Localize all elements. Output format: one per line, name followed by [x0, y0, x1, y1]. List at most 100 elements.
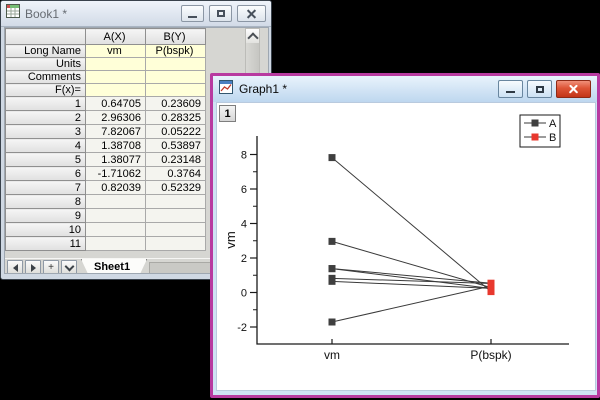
- table-row: 9: [5, 208, 206, 223]
- row-header[interactable]: Units: [5, 57, 86, 71]
- cell[interactable]: 7.82067: [85, 124, 146, 139]
- close-button[interactable]: [556, 80, 591, 98]
- table-row: 6 -1.71062 0.3764: [5, 166, 206, 181]
- column-header[interactable]: A(X): [85, 28, 146, 45]
- legend-marker-a: [531, 119, 539, 127]
- graph-icon: [219, 79, 233, 99]
- cell[interactable]: 0.23148: [145, 152, 206, 167]
- cell[interactable]: 1.38077: [85, 152, 146, 167]
- series-connector-line: [331, 285, 492, 323]
- workbook-titlebar[interactable]: Book1 *: [1, 1, 271, 27]
- y-tick-label: 4: [241, 219, 247, 231]
- scroll-up-button[interactable]: [246, 29, 259, 44]
- graph-title: Graph1 *: [239, 82, 288, 96]
- close-icon: [568, 84, 579, 95]
- table-row: 4 1.38708 0.53897: [5, 138, 206, 153]
- cell[interactable]: 0.23609: [145, 96, 206, 111]
- sheet-tab-label: Sheet1: [94, 261, 131, 273]
- cell[interactable]: 0.28325: [145, 110, 206, 125]
- tab-scroll-left-button[interactable]: [7, 259, 23, 273]
- sheet-tab[interactable]: Sheet1: [81, 259, 147, 274]
- cell[interactable]: P(bspk): [145, 44, 206, 58]
- cell[interactable]: 0.3764: [145, 166, 206, 181]
- table-row: 8: [5, 194, 206, 209]
- row-header[interactable]: 2: [5, 110, 86, 125]
- row-header[interactable]: 10: [5, 222, 86, 237]
- sheet-list-button[interactable]: [61, 259, 77, 273]
- tab-scroll-right-button[interactable]: [25, 259, 41, 273]
- row-header[interactable]: 7: [5, 180, 86, 195]
- marker-b: [487, 279, 495, 287]
- y-tick-label: 8: [241, 150, 247, 162]
- marker-a: [328, 265, 336, 273]
- column-header-row: A(X) B(Y): [5, 28, 206, 45]
- cell[interactable]: [85, 194, 146, 209]
- cell[interactable]: [85, 236, 146, 251]
- column-header[interactable]: B(Y): [145, 28, 206, 45]
- cell[interactable]: 0.52329: [145, 180, 206, 195]
- cell[interactable]: 0.82039: [85, 180, 146, 195]
- x-tick-label: P(bspk): [470, 348, 511, 362]
- cell[interactable]: [145, 70, 206, 84]
- row-header[interactable]: 9: [5, 208, 86, 223]
- add-sheet-button[interactable]: +: [43, 259, 59, 273]
- y-tick-label: 6: [241, 184, 247, 196]
- cell[interactable]: [145, 222, 206, 237]
- cell[interactable]: 0.64705: [85, 96, 146, 111]
- cell[interactable]: [145, 83, 206, 97]
- minimize-button[interactable]: [498, 80, 523, 98]
- table-row: 1 0.64705 0.23609: [5, 96, 206, 111]
- triangle-left-icon: [12, 263, 18, 272]
- plus-icon: +: [48, 261, 54, 273]
- maximize-button[interactable]: [209, 5, 232, 22]
- marker-a: [328, 318, 336, 326]
- row-header[interactable]: 3: [5, 124, 86, 139]
- row-header[interactable]: 11: [5, 236, 86, 251]
- cell[interactable]: [85, 208, 146, 223]
- cell[interactable]: 0.53897: [145, 138, 206, 153]
- cell[interactable]: -1.71062: [85, 166, 146, 181]
- y-tick-label: 2: [241, 253, 247, 265]
- header-row: Long Name vm P(bspk): [5, 44, 206, 58]
- cell[interactable]: [145, 194, 206, 209]
- row-header[interactable]: Long Name: [5, 44, 86, 58]
- cell[interactable]: 0.05222: [145, 124, 206, 139]
- graph-plot-svg: 8 6 4 2 0 -2 vm P(bspk) vm AB: [223, 114, 569, 362]
- table-row: 10: [5, 222, 206, 237]
- y-axis-title: vm: [223, 231, 238, 248]
- maximize-button[interactable]: [527, 80, 552, 98]
- graph-titlebar[interactable]: Graph1 *: [213, 76, 597, 102]
- cell[interactable]: [145, 208, 206, 223]
- table-row: 11: [5, 236, 206, 251]
- workbook-title: Book1 *: [25, 6, 68, 21]
- table-row: 3 7.82067 0.05222: [5, 124, 206, 139]
- close-button[interactable]: [237, 5, 266, 22]
- y-tick-label: -2: [237, 322, 247, 334]
- cell[interactable]: [85, 57, 146, 71]
- minimize-button[interactable]: [181, 5, 204, 22]
- row-header[interactable]: 5: [5, 152, 86, 167]
- row-header[interactable]: 6: [5, 166, 86, 181]
- chevron-up-icon: [246, 31, 259, 44]
- corner-cell[interactable]: [5, 28, 86, 45]
- row-header[interactable]: 8: [5, 194, 86, 209]
- row-header[interactable]: 4: [5, 138, 86, 153]
- cell[interactable]: 2.96306: [85, 110, 146, 125]
- cell[interactable]: [85, 83, 146, 97]
- row-header[interactable]: Comments: [5, 70, 86, 84]
- cell[interactable]: vm: [85, 44, 146, 58]
- close-icon: [246, 8, 257, 19]
- cell[interactable]: [145, 236, 206, 251]
- table-row: 2 2.96306 0.28325: [5, 110, 206, 125]
- graph-window: Graph1 * 1 8 6 4 2 0 -2 vm P(bspk) vm A B: [210, 73, 600, 398]
- cell[interactable]: [85, 70, 146, 84]
- cell[interactable]: 1.38708: [85, 138, 146, 153]
- y-tick-label: 0: [241, 288, 247, 300]
- marker-a: [328, 154, 336, 162]
- layer-button[interactable]: 1: [219, 105, 236, 122]
- row-header[interactable]: F(x)=: [5, 83, 86, 97]
- cell[interactable]: [85, 222, 146, 237]
- worksheet-table: A(X) B(Y) Long Name vm P(bspk) Units Comments F…: [5, 28, 206, 251]
- cell[interactable]: [145, 57, 206, 71]
- row-header[interactable]: 1: [5, 96, 86, 111]
